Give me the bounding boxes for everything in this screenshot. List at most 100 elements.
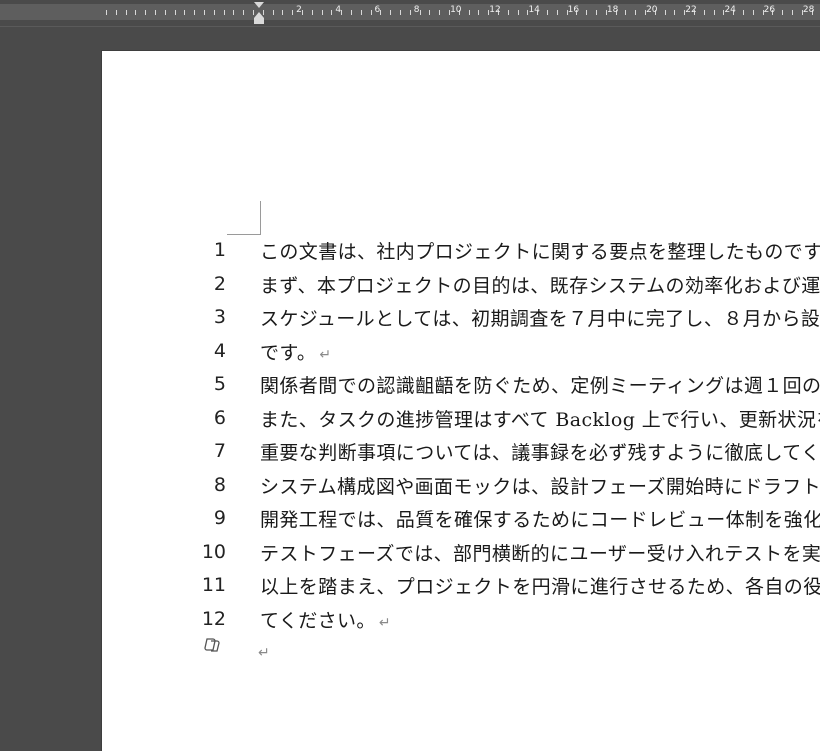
- ruler-tick: [468, 10, 470, 15]
- line-content[interactable]: 開発工程では、品質を確保するためにコードレビュー体制を強化: [260, 509, 820, 531]
- ruler-tick: [586, 10, 588, 15]
- line-text[interactable]: システム構成図や画面モックは、設計フェーズ開始時にドラフト: [260, 472, 820, 499]
- ruler-tick: [135, 10, 137, 15]
- ruler-tick: [311, 10, 313, 15]
- ruler-label: 26: [763, 5, 776, 15]
- document-line[interactable]: 2 まず、本プロジェクトの目的は、既存システムの効率化および運: [102, 271, 820, 301]
- document-line[interactable]: 6 また、タスクの進捗管理はすべて Backlog 上で行い、更新状況を: [102, 405, 820, 435]
- ruler-tick: [174, 10, 176, 15]
- document-line[interactable]: 12 てください。 ↵: [102, 606, 820, 636]
- ruler-tick: [321, 10, 323, 15]
- ruler-tick: [292, 10, 294, 15]
- line-text[interactable]: テストフェーズでは、部門横断的にユーザー受け入れテストを実: [260, 539, 820, 566]
- document-line[interactable]: 9 開発工程では、品質を確保するためにコードレビュー体制を強化: [102, 505, 820, 535]
- ruler-tick: [664, 10, 666, 15]
- ruler-tick: [351, 10, 352, 15]
- line-number: 9: [213, 507, 226, 529]
- ruler-tick: [390, 10, 392, 15]
- line-content[interactable]: てください。: [260, 610, 376, 632]
- ruler-tick: [370, 10, 372, 15]
- line-number: 10: [201, 540, 226, 563]
- document-line[interactable]: 10 テストフェーズでは、部門横断的にユーザー受け入れテストを実: [102, 539, 820, 569]
- line-text[interactable]: この文書は、社内プロジェクトに関する要点を整理したものです: [260, 237, 820, 264]
- line-number: 2: [213, 272, 226, 295]
- document-line[interactable]: 4 です。 ↵: [102, 338, 820, 368]
- ruler-tick: [115, 10, 117, 15]
- ruler-tick: [164, 10, 166, 15]
- line-number: 3: [213, 306, 226, 328]
- ruler-tick: [380, 10, 382, 15]
- line-text[interactable]: また、タスクの進捗管理はすべて Backlog 上で行い、更新状況を: [260, 405, 820, 432]
- ruler-tick: [703, 10, 705, 15]
- line-text[interactable]: 以上を踏まえ、プロジェクトを円滑に進行させるため、各自の役割: [260, 572, 820, 599]
- ruler-tick: [272, 10, 274, 15]
- document-line[interactable]: 1 この文書は、社内プロジェクトに関する要点を整理したものです: [102, 237, 820, 267]
- ruler-label: 24: [724, 5, 736, 15]
- line-text[interactable]: です。 ↵: [260, 338, 331, 365]
- canvas-gap: [0, 27, 820, 51]
- line-text[interactable]: 重要な判断事項については、議事録を必ず残すように徹底してく: [260, 438, 820, 465]
- paragraph-mark: ↵: [378, 614, 391, 631]
- ruler-tick: [400, 10, 401, 15]
- ruler-label: 8: [413, 5, 420, 15]
- line-content[interactable]: まず、本プロジェクトの目的は、既存システムの効率化および運: [260, 275, 820, 297]
- ruler-tick: [752, 10, 754, 15]
- ruler-tick: [145, 10, 147, 15]
- line-content[interactable]: また、タスクの進捗管理はすべて Backlog 上で行い、更新状況を: [260, 409, 820, 431]
- document-line[interactable]: 5 関係者間での認識齟齬を防ぐため、定例ミーティングは週１回の: [102, 371, 820, 401]
- line-text[interactable]: スケジュールとしては、初期調査を７月中に完了し、８月から設: [260, 304, 820, 331]
- ruler-label: 10: [450, 5, 462, 15]
- ruler-tick: [282, 10, 284, 15]
- ruler-label: 16: [567, 5, 580, 15]
- ruler-tick: [478, 10, 480, 15]
- ruler-tick: [233, 10, 235, 15]
- line-number: 7: [213, 440, 226, 462]
- ruler-tick: [155, 10, 156, 15]
- ruler-tick: [507, 10, 509, 15]
- document-line[interactable]: 11 以上を踏まえ、プロジェクトを円滑に進行させるため、各自の役割: [102, 572, 820, 602]
- line-content[interactable]: スケジュールとしては、初期調査を７月中に完了し、８月から設: [260, 308, 820, 330]
- ruler-tick: [125, 10, 127, 15]
- line-content[interactable]: 重要な判断事項については、議事録を必ず残すように徹底してく: [260, 442, 820, 464]
- margin-crop-mark: [227, 201, 261, 235]
- line-text[interactable]: 関係者間での認識齟齬を防ぐため、定例ミーティングは週１回の: [260, 371, 820, 398]
- ruler-tick: [625, 10, 627, 15]
- ruler-scale[interactable]: 2 4 6 8 10 12 14 16 18 20 22 24 26 28: [0, 4, 820, 20]
- document-page[interactable]: 1 この文書は、社内プロジェクトに関する要点を整理したものです 2 まず、本プロジェク…: [102, 51, 820, 751]
- ruler-tick: [547, 10, 548, 15]
- line-content[interactable]: 関係者間での認識齟齬を防ぐため、定例ミーティングは週１回の: [260, 375, 820, 397]
- ruler-label: 20: [646, 5, 658, 15]
- document-line[interactable]: 7 重要な判断事項については、議事録を必ず残すように徹底してく: [102, 438, 820, 468]
- ruler-tick: [782, 10, 784, 15]
- ruler-tick: [596, 10, 597, 15]
- ruler-label: 14: [528, 5, 540, 15]
- ruler-tick: [439, 10, 441, 15]
- ruler-tick: [517, 10, 519, 15]
- ruler-tick: [341, 10, 343, 15]
- line-number: 4: [213, 339, 226, 362]
- line-text[interactable]: てください。 ↵: [260, 606, 391, 633]
- document-line[interactable]: 3 スケジュールとしては、初期調査を７月中に完了し、８月から設: [102, 304, 820, 334]
- line-content[interactable]: システム構成図や画面モックは、設計フェーズ開始時にドラフト: [260, 476, 820, 498]
- line-content[interactable]: です。: [260, 342, 316, 364]
- document-line[interactable]: 8 システム構成図や画面モックは、設計フェーズ開始時にドラフト: [102, 472, 820, 502]
- ruler-tick: [360, 10, 362, 15]
- paragraph-mark: ↵: [319, 346, 332, 363]
- ruler-tick: [331, 10, 333, 15]
- line-text[interactable]: 開発工程では、品質を確保するためにコードレビュー体制を強化: [260, 505, 820, 532]
- line-content[interactable]: この文書は、社内プロジェクトに関する要点を整理したものです: [260, 241, 820, 263]
- ruler-tick: [302, 10, 303, 15]
- ruler-tick: [184, 10, 186, 15]
- ruler-tick: [792, 10, 793, 15]
- ruler-tick: [556, 10, 558, 15]
- ruler-label: 12: [489, 5, 501, 15]
- line-content[interactable]: 以上を踏まえ、プロジェクトを円滑に進行させるため、各自の役割: [260, 576, 820, 598]
- line-content[interactable]: テストフェーズでは、部門横断的にユーザー受け入れテストを実: [260, 543, 820, 565]
- ruler-tick: [635, 10, 637, 15]
- line-number: 12: [201, 607, 226, 630]
- line-text[interactable]: まず、本プロジェクトの目的は、既存システムの効率化および運: [260, 271, 820, 298]
- ruler-label: 2: [296, 5, 302, 15]
- copilot-icon[interactable]: [203, 637, 221, 653]
- indent-marker-icon[interactable]: [253, 0, 265, 26]
- horizontal-ruler[interactable]: 2 4 6 8 10 12 14 16 18 20 22 24 26 28: [0, 0, 820, 27]
